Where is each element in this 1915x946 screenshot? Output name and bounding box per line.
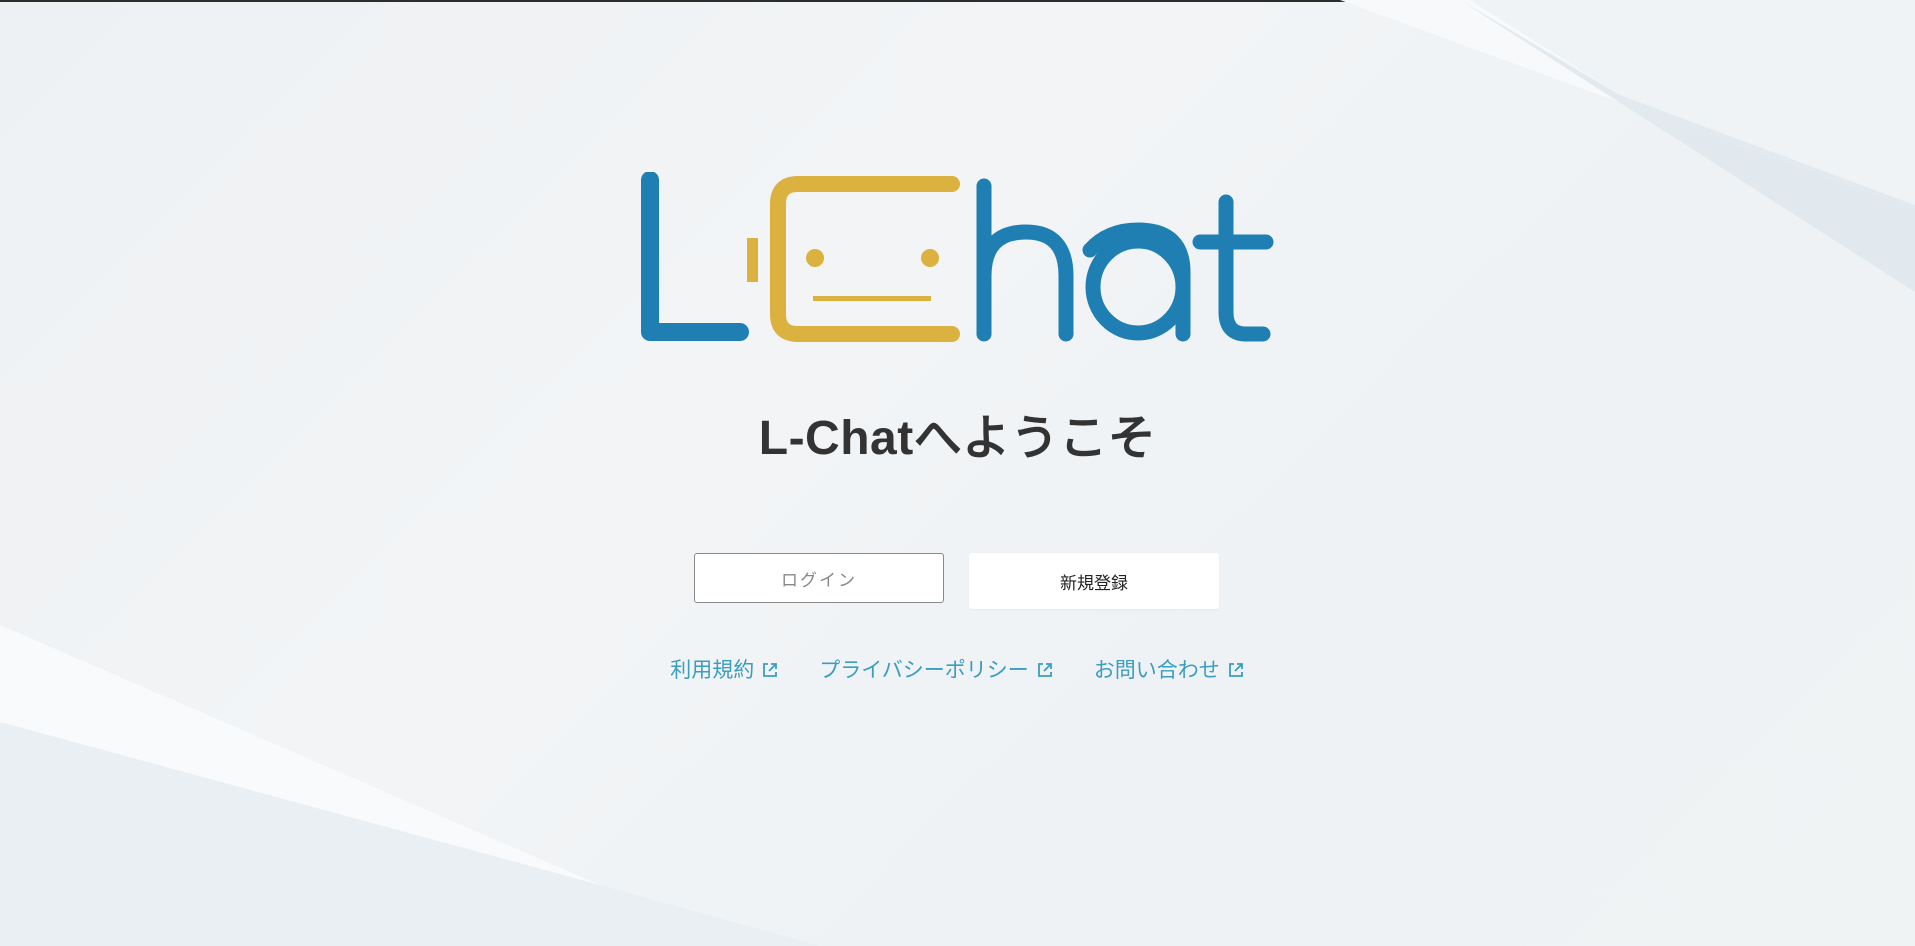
login-button[interactable]: ログイン	[694, 553, 944, 603]
terms-link-label: 利用規約	[670, 658, 755, 682]
logo-face-right-eye	[921, 249, 939, 267]
logo-face-tick	[747, 238, 758, 282]
register-button[interactable]: 新規登録	[969, 553, 1219, 609]
contact-link-label: お問い合わせ	[1093, 658, 1220, 682]
logo-letter-h	[976, 178, 1074, 342]
lchat-logo	[641, 172, 1274, 342]
external-link-icon	[1037, 663, 1052, 677]
terms-link[interactable]: 利用規約	[670, 654, 779, 684]
welcome-heading: L-Chatへようこそ	[758, 412, 1157, 465]
external-link-icon	[763, 663, 778, 677]
logo-letter-a-bowl	[1085, 233, 1191, 341]
welcome-page: L-Chatへようこそ ログイン 新規登録 利用規約 プライバシーポリシー お問…	[0, 0, 1915, 946]
logo-face-left-eye	[806, 249, 824, 267]
contact-link[interactable]: お問い合わせ	[1094, 654, 1245, 684]
logo-letter-l	[641, 172, 749, 341]
logo-letter-t	[1192, 194, 1274, 342]
background-shapes	[0, 0, 1915, 946]
privacy-policy-link-label: プライバシーポリシー	[819, 658, 1029, 682]
logo-face-mouth	[813, 296, 931, 301]
footer-links: 利用規約 プライバシーポリシー お問い合わせ	[0, 654, 1915, 684]
external-link-icon	[1228, 663, 1243, 677]
privacy-policy-link[interactable]: プライバシーポリシー	[819, 654, 1054, 684]
